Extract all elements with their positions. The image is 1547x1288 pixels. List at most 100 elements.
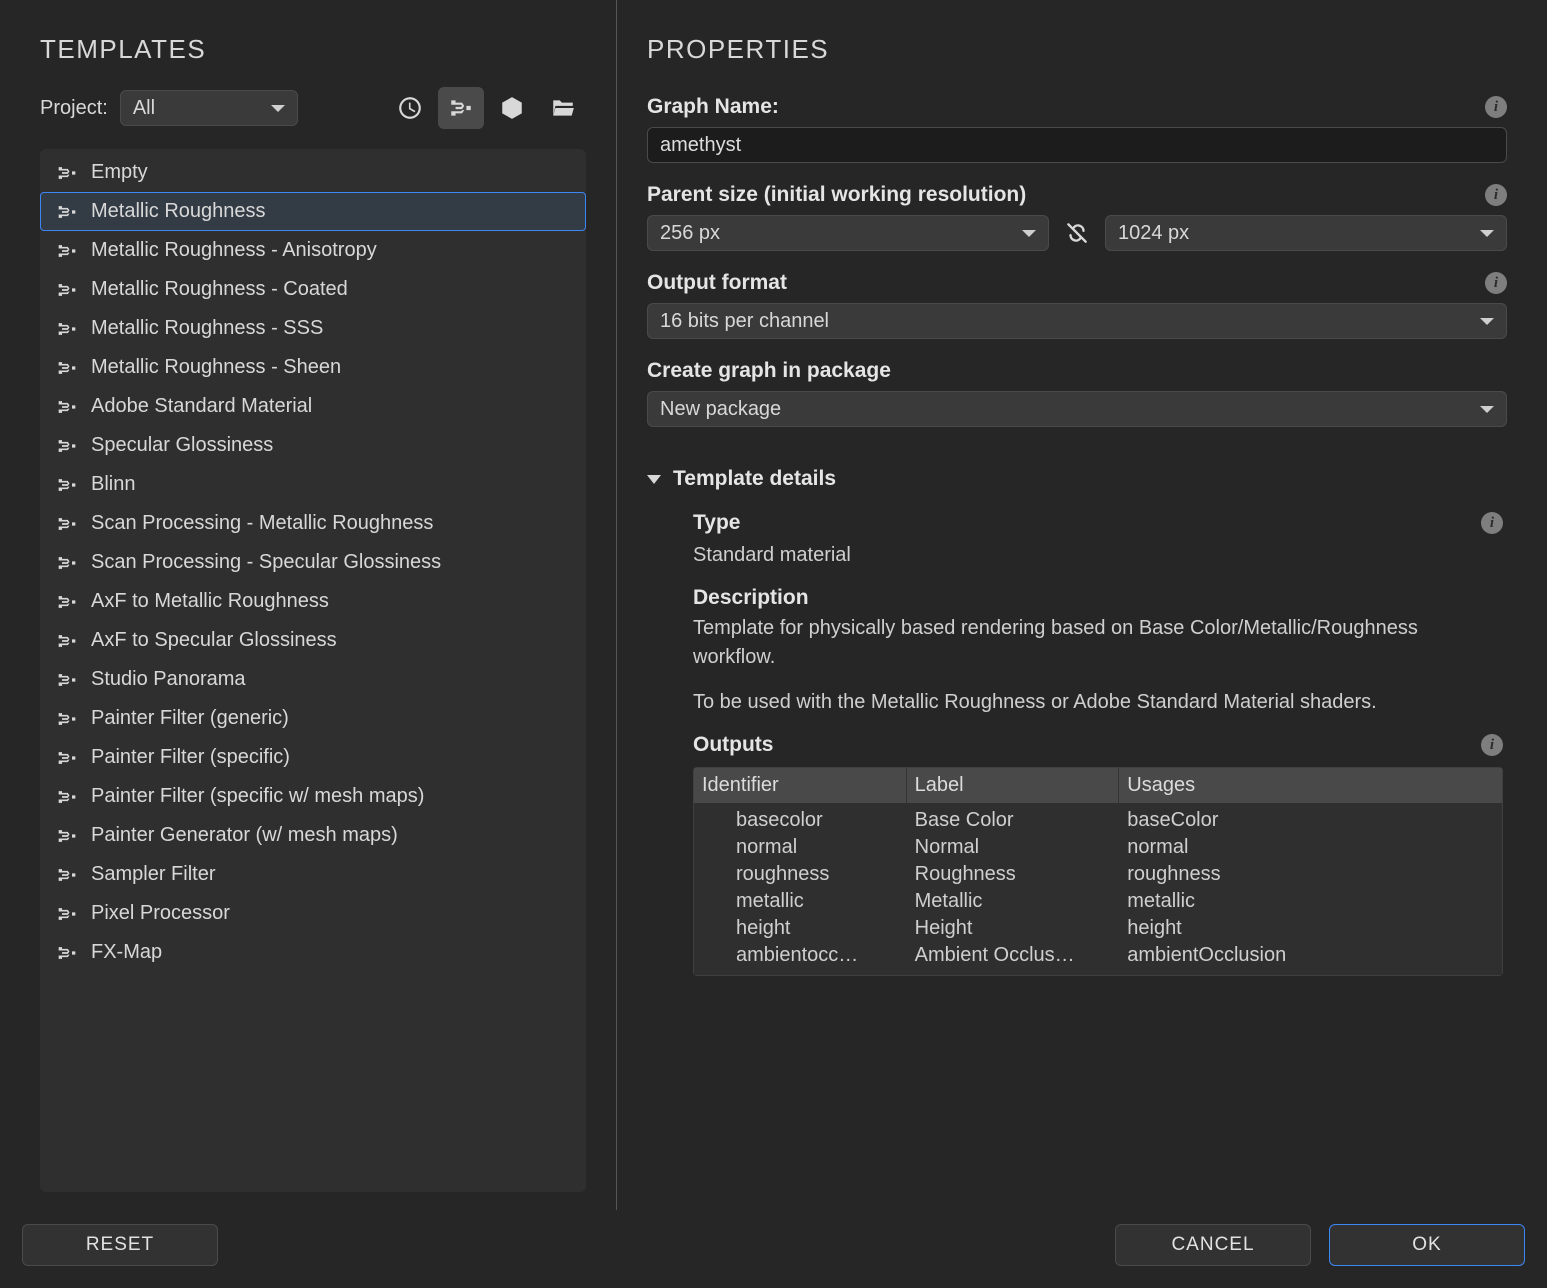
package-filter-button[interactable] (489, 87, 535, 129)
outputs-col-usages[interactable]: Usages (1119, 768, 1502, 803)
outputs-row[interactable]: normalNormalnormal (694, 834, 1502, 861)
ok-button[interactable]: OK (1329, 1224, 1525, 1266)
template-item-label: Metallic Roughness - SSS (91, 317, 323, 340)
outputs-row[interactable]: metallicMetallicmetallic (694, 888, 1502, 915)
parent-size-a-select[interactable]: 256 px (647, 215, 1049, 251)
template-item[interactable]: Scan Processing - Metallic Roughness (40, 504, 586, 543)
cancel-button[interactable]: CANCEL (1115, 1224, 1311, 1266)
parent-size-b-select[interactable]: 1024 px (1105, 215, 1507, 251)
template-item-label: Empty (91, 161, 148, 184)
template-item-label: Specular Glossiness (91, 434, 273, 457)
graph-icon (57, 787, 77, 807)
parent-size-a-value: 256 px (660, 222, 720, 245)
package-value: New package (660, 398, 781, 421)
graph-icon (57, 163, 77, 183)
graph-icon (57, 280, 77, 300)
graph-icon (57, 904, 77, 924)
template-item[interactable]: Painter Generator (w/ mesh maps) (40, 816, 586, 855)
template-item[interactable]: Specular Glossiness (40, 426, 586, 465)
outputs-row[interactable]: heightHeightheight (694, 915, 1502, 942)
graph-icon (57, 514, 77, 534)
parent-size-b-value: 1024 px (1118, 222, 1189, 245)
graph-icon (57, 358, 77, 378)
template-item[interactable]: Metallic Roughness - Anisotropy (40, 231, 586, 270)
template-item-label: Adobe Standard Material (91, 395, 312, 418)
outputs-table: Identifier Label Usages basecolorBase Co… (693, 767, 1503, 976)
outputs-cell: basecolor (694, 807, 907, 834)
package-label: Create graph in package (647, 359, 891, 383)
template-item[interactable]: Adobe Standard Material (40, 387, 586, 426)
reset-button[interactable]: RESET (22, 1224, 218, 1266)
template-item[interactable]: FX-Map (40, 933, 586, 972)
template-details-toggle[interactable]: Template details (647, 467, 1507, 491)
outputs-cell: Ambient Occlus… (907, 942, 1120, 969)
graph-icon (57, 592, 77, 612)
template-item[interactable]: Studio Panorama (40, 660, 586, 699)
graph-icon (57, 865, 77, 885)
info-icon[interactable]: i (1481, 512, 1503, 534)
project-select-value: All (133, 97, 155, 120)
clock-icon (397, 95, 423, 121)
template-item-label: FX-Map (91, 941, 162, 964)
template-item[interactable]: AxF to Metallic Roughness (40, 582, 586, 621)
description-label: Description (693, 586, 1503, 610)
template-item[interactable]: Metallic Roughness - Coated (40, 270, 586, 309)
outputs-cell: metallic (1119, 888, 1502, 915)
template-item[interactable]: AxF to Specular Glossiness (40, 621, 586, 660)
template-item[interactable]: Painter Filter (generic) (40, 699, 586, 738)
graph-filter-button[interactable] (438, 87, 484, 129)
template-item[interactable]: Painter Filter (specific w/ mesh maps) (40, 777, 586, 816)
graph-icon (57, 553, 77, 573)
outputs-col-identifier[interactable]: Identifier (694, 768, 907, 803)
template-item-label: Painter Filter (specific) (91, 746, 290, 769)
template-details-label: Template details (673, 467, 836, 491)
info-icon[interactable]: i (1485, 184, 1507, 206)
info-icon[interactable]: i (1485, 96, 1507, 118)
outputs-cell: height (1119, 915, 1502, 942)
properties-title: PROPERTIES (647, 34, 1507, 65)
outputs-row[interactable]: roughnessRoughnessroughness (694, 861, 1502, 888)
chevron-down-icon (1022, 230, 1036, 237)
template-item-label: Painter Generator (w/ mesh maps) (91, 824, 398, 847)
graph-name-label: Graph Name: (647, 95, 779, 119)
link-aspect-toggle[interactable] (1063, 219, 1091, 247)
template-item-label: Metallic Roughness - Coated (91, 278, 348, 301)
template-item-label: Metallic Roughness (91, 200, 266, 223)
graph-icon (57, 943, 77, 963)
outputs-cell: metallic (694, 888, 907, 915)
recent-filter-button[interactable] (387, 87, 433, 129)
graph-name-input[interactable] (647, 127, 1507, 163)
info-icon[interactable]: i (1485, 272, 1507, 294)
output-format-select[interactable]: 16 bits per channel (647, 303, 1507, 339)
graph-icon (57, 709, 77, 729)
type-value: Standard material (693, 541, 1503, 570)
description-value-1: Template for physically based rendering … (693, 614, 1503, 672)
outputs-col-label[interactable]: Label (907, 768, 1120, 803)
package-select[interactable]: New package (647, 391, 1507, 427)
template-item[interactable]: Metallic Roughness - Sheen (40, 348, 586, 387)
template-item[interactable]: Metallic Roughness - SSS (40, 309, 586, 348)
template-item-label: Metallic Roughness - Anisotropy (91, 239, 377, 262)
outputs-row[interactable]: ambientocc…Ambient Occlus…ambientOcclusi… (694, 942, 1502, 969)
graph-icon (57, 319, 77, 339)
template-item[interactable]: Empty (40, 153, 586, 192)
template-item[interactable]: Scan Processing - Specular Glossiness (40, 543, 586, 582)
project-select[interactable]: All (120, 90, 298, 126)
template-item[interactable]: Painter Filter (specific) (40, 738, 586, 777)
template-item-label: Scan Processing - Specular Glossiness (91, 551, 441, 574)
template-item[interactable]: Pixel Processor (40, 894, 586, 933)
template-item[interactable]: Sampler Filter (40, 855, 586, 894)
template-item[interactable]: Blinn (40, 465, 586, 504)
template-item-label: Metallic Roughness - Sheen (91, 356, 341, 379)
parent-size-label: Parent size (initial working resolution) (647, 183, 1026, 207)
info-icon[interactable]: i (1481, 734, 1503, 756)
outputs-cell: normal (694, 834, 907, 861)
folder-filter-button[interactable] (540, 87, 586, 129)
template-item-label: Pixel Processor (91, 902, 230, 925)
outputs-cell: Normal (907, 834, 1120, 861)
template-list[interactable]: Empty Metallic Roughness Metallic Roughnes… (40, 149, 586, 1192)
template-item[interactable]: Metallic Roughness (40, 192, 586, 231)
template-item-label: Sampler Filter (91, 863, 215, 886)
outputs-row[interactable]: basecolorBase ColorbaseColor (694, 807, 1502, 834)
templates-title: TEMPLATES (40, 34, 586, 65)
